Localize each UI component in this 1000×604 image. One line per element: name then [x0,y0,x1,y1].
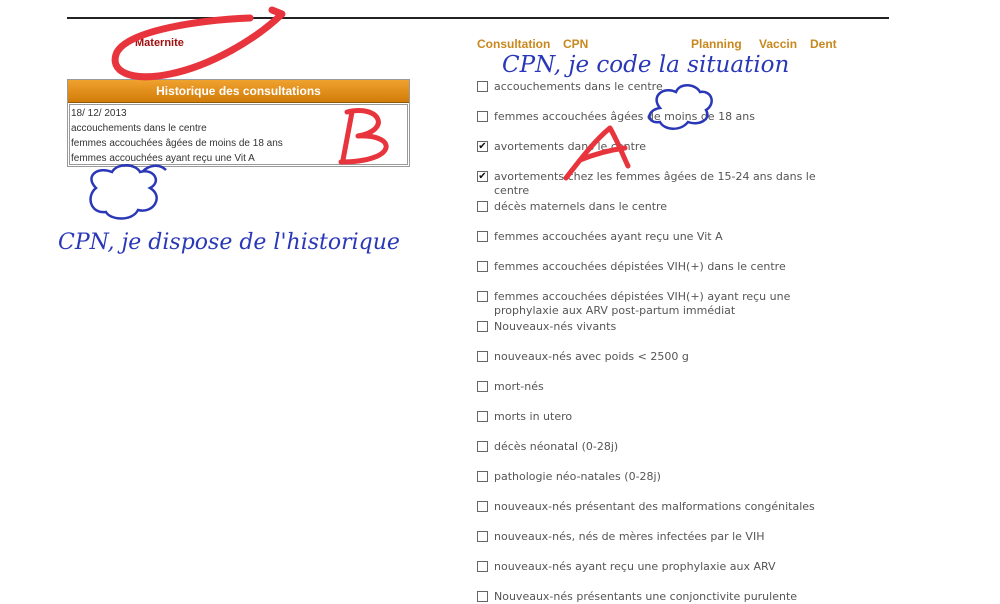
checkbox-label: femmes accouchées ayant reçu une Vit A [494,230,723,243]
nav-cpn-link[interactable]: CPN [563,37,588,51]
checkbox[interactable] [477,531,488,542]
history-list: 18/ 12/ 2013 accouchements dans le centr… [69,104,408,165]
history-item: femmes accouchées âgées de moins de 18 a… [71,138,283,149]
history-item: accouchements dans le centre [71,123,207,134]
history-item: femmes accouchées ayant reçu une Vit A [71,153,255,164]
checkbox[interactable] [477,81,488,92]
checkbox-label: nouveaux-nés présentant des malformation… [494,500,815,513]
checkbox-checked[interactable]: ✔ [477,141,488,152]
nav-maternite-link[interactable]: Maternite [135,37,184,49]
checkbox-label: décès néonatal (0-28j) [494,440,619,453]
checkbox[interactable] [477,201,488,212]
annotation-cpn-historique: CPN, je dispose de l'historique [58,230,400,255]
checkbox[interactable] [477,441,488,452]
checkbox[interactable] [477,381,488,392]
checkbox-label: nouveaux-nés ayant reçu une prophylaxie … [494,560,776,573]
nav-consultation-link[interactable]: Consultation [477,37,550,51]
checkbox[interactable] [477,111,488,122]
checkbox[interactable] [477,411,488,422]
top-divider [67,17,889,19]
checkbox-label: avortements dans le centre [494,140,646,153]
nav-planning-link[interactable]: Planning [691,37,742,51]
checkbox-label: Nouveaux-nés vivants [494,320,617,333]
checkbox[interactable] [477,591,488,602]
checkbox-label: nouveaux-nés avec poids < 2500 g [494,350,689,363]
checkbox-label: Nouveaux-nés présentants une conjonctivi… [494,590,798,603]
checkbox[interactable] [477,261,488,272]
checkbox[interactable] [477,561,488,572]
checkbox[interactable] [477,321,488,332]
checkbox-label: morts in utero [494,410,573,423]
annotation-cpn-situation: CPN, je code la situation [502,52,790,78]
history-panel-title: Historique des consultations [68,80,409,103]
nav-vaccin-link[interactable]: Vaccin [759,37,797,51]
checkbox-label: mort-nés [494,380,544,393]
checkbox-label: avortements chez les femmes âgées de 15-… [494,170,816,197]
history-panel: Historique des consultations 18/ 12/ 201… [67,79,410,167]
checkbox-label: accouchements dans le centre [494,80,663,93]
blue-cloud-left [89,164,167,220]
checkbox[interactable] [477,291,488,302]
checkbox-label: femmes accouchées dépistées VIH(+) ayant… [494,290,791,317]
checkbox-label: femmes accouchées dépistées VIH(+) dans … [494,260,786,273]
checkbox-label: pathologie néo-natales (0-28j) [494,470,661,483]
nav-dent-link[interactable]: Dent [810,37,837,51]
checkbox-label: femmes accouchées âgées de moins de 18 a… [494,110,756,123]
checkbox-label: nouveaux-nés, nés de mères infectées par… [494,530,765,543]
checkbox[interactable] [477,501,488,512]
checkbox[interactable] [477,231,488,242]
checkbox[interactable] [477,471,488,482]
checkbox[interactable] [477,351,488,362]
checkbox-checked[interactable]: ✔ [477,171,488,182]
checkbox-label: décès maternels dans le centre [494,200,668,213]
history-date: 18/ 12/ 2013 [71,108,127,119]
